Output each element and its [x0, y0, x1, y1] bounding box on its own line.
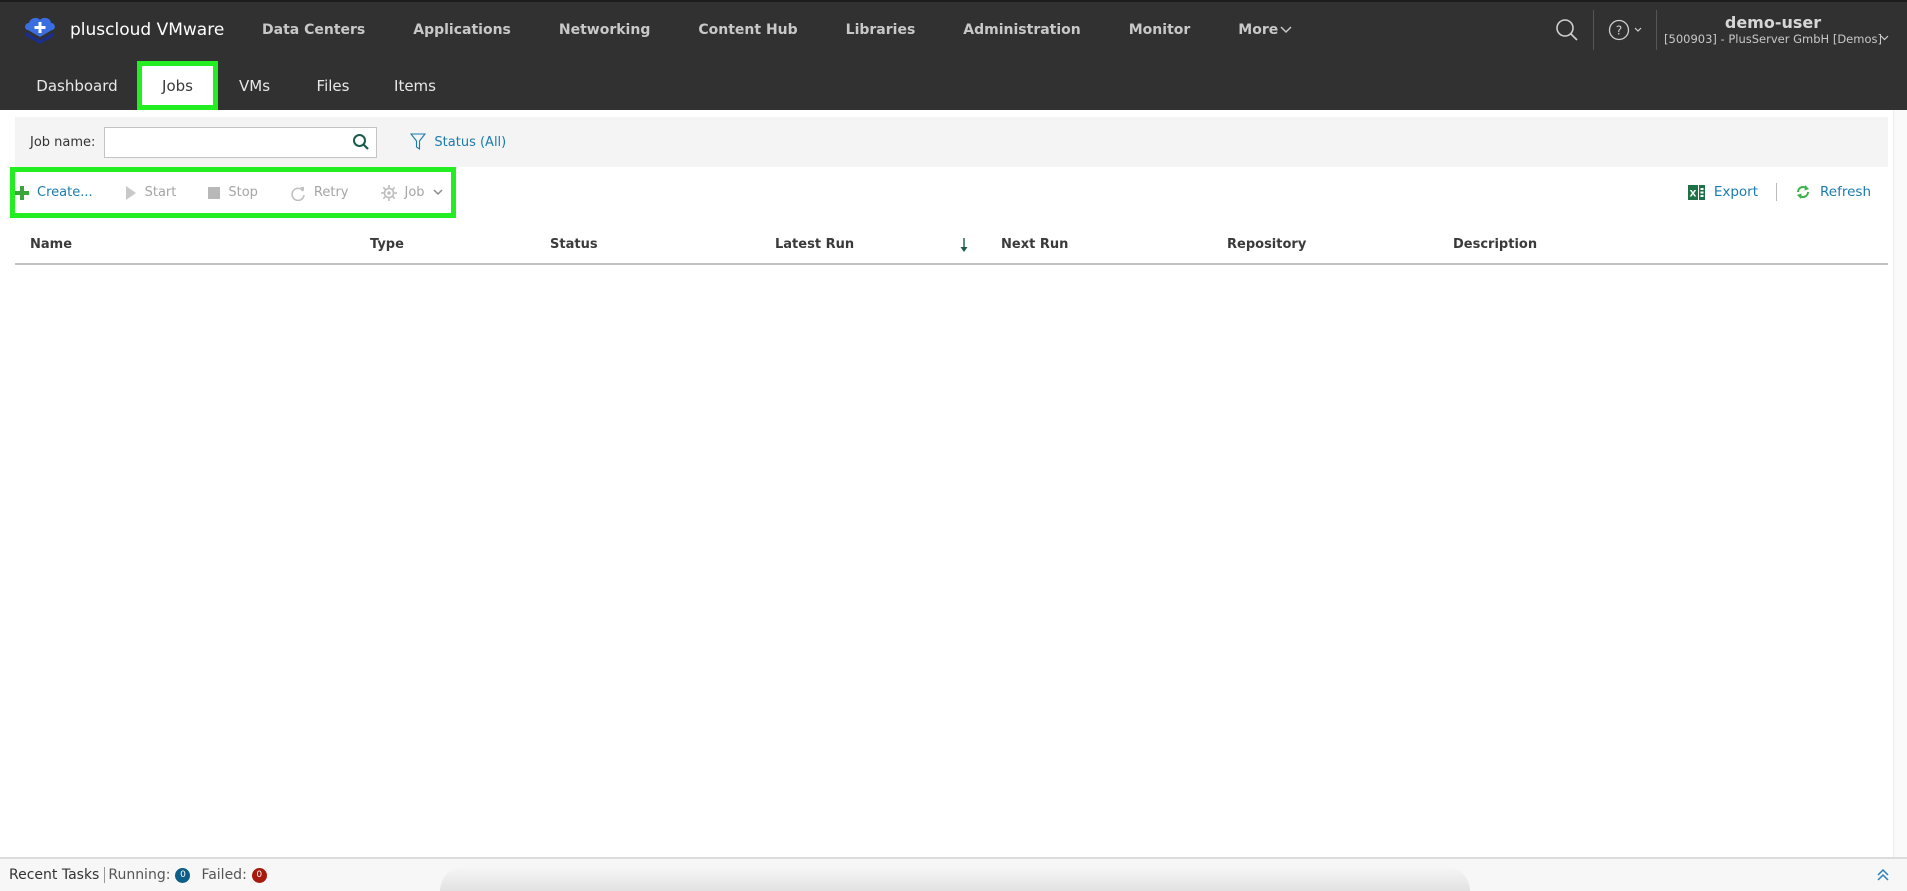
column-header-type[interactable]: Type — [370, 237, 404, 252]
table-actions: X Export Refresh — [1687, 177, 1871, 207]
nav-applications[interactable]: Applications — [413, 22, 511, 38]
user-org: [500903] - PlusServer GmbH [Demos] — [1664, 32, 1882, 46]
app-logo[interactable]: pluscloud VMware — [22, 16, 224, 44]
tab-vms[interactable]: VMs — [228, 61, 281, 110]
help-icon: ? — [1608, 19, 1630, 40]
cloud-plus-logo-icon — [22, 16, 58, 44]
retry-job-button[interactable]: Retry — [290, 185, 349, 201]
expand-panel-icon[interactable] — [1877, 868, 1889, 882]
job-name-input[interactable] — [105, 127, 336, 157]
right-edge-scrollbar[interactable] — [1893, 110, 1907, 857]
start-label: Start — [144, 185, 177, 200]
recent-tasks-label[interactable]: Recent Tasks — [9, 867, 106, 883]
bottom-panel-shadow — [440, 866, 1470, 891]
global-search-button[interactable] — [1541, 2, 1593, 57]
nav-data-centers[interactable]: Data Centers — [262, 22, 365, 38]
jobs-table-body — [15, 267, 1888, 847]
job-name-label: Job name: — [30, 134, 96, 150]
search-icon[interactable] — [352, 133, 370, 151]
divider — [1776, 183, 1778, 201]
retry-label: Retry — [313, 185, 349, 200]
refresh-label: Refresh — [1820, 184, 1871, 200]
nav-more-label: More — [1238, 21, 1279, 38]
status-filter-label: Status (All) — [434, 134, 507, 150]
chevron-down-icon — [433, 189, 443, 196]
failed-label: Failed: — [201, 867, 247, 883]
tab-files[interactable]: Files — [305, 61, 361, 110]
column-header-status[interactable]: Status — [550, 237, 598, 252]
jobs-panel: Job name: Status (All) Create... Start S… — [0, 110, 1907, 857]
filter-bar: Job name: Status (All) — [15, 117, 1888, 167]
status-filter-button[interactable]: Status (All) — [410, 133, 506, 151]
column-header-name[interactable]: Name — [30, 237, 72, 252]
nav-networking[interactable]: Networking — [559, 22, 650, 38]
nav-libraries[interactable]: Libraries — [846, 22, 916, 38]
chevron-down-icon — [1280, 25, 1292, 33]
refresh-button[interactable]: Refresh — [1795, 184, 1871, 200]
failed-count-badge: 0 — [251, 867, 267, 883]
nav-content-hub[interactable]: Content Hub — [698, 22, 797, 38]
nav-monitor[interactable]: Monitor — [1129, 22, 1191, 38]
column-header-repository[interactable]: Repository — [1227, 237, 1306, 252]
search-icon — [1556, 18, 1578, 41]
job-label: Job — [404, 185, 425, 200]
stop-job-button[interactable]: Stop — [208, 185, 258, 200]
refresh-icon — [1797, 185, 1810, 199]
user-menu[interactable]: demo-user [500903] - PlusServer GmbH [De… — [1657, 13, 1907, 46]
export-label: Export — [1713, 184, 1759, 200]
retry-icon — [291, 186, 305, 201]
nav-administration[interactable]: Administration — [963, 22, 1080, 38]
running-label: Running: — [108, 867, 171, 883]
column-header-next-run[interactable]: Next Run — [1001, 237, 1068, 252]
stop-icon — [208, 186, 221, 199]
column-header-latest-run[interactable]: Latest Run — [775, 237, 854, 252]
create-job-button[interactable]: Create... — [15, 185, 93, 200]
create-label: Create... — [37, 185, 93, 200]
svg-text:?: ? — [1616, 23, 1622, 37]
sort-descending-icon[interactable] — [959, 237, 969, 253]
filter-icon — [410, 133, 427, 151]
excel-icon: X — [1687, 184, 1705, 200]
user-name: demo-user — [1724, 13, 1822, 32]
tab-dashboard[interactable]: Dashboard — [22, 61, 132, 110]
main-nav: Data Centers Applications Networking Con… — [262, 2, 1340, 57]
chevron-down-icon — [1634, 27, 1642, 32]
sub-navigation: Dashboard Jobs VMs Files Items — [0, 55, 1907, 110]
top-navigation-bar: pluscloud VMware Data Centers Applicatio… — [0, 0, 1907, 55]
jobs-table-header: Name Type Status Latest Run Next Run Rep… — [15, 225, 1888, 265]
running-tasks[interactable]: Running: 0 — [108, 867, 191, 883]
play-icon — [125, 185, 136, 200]
nav-more[interactable]: More — [1238, 22, 1292, 38]
running-count-badge: 0 — [175, 867, 191, 883]
svg-text:X: X — [1689, 189, 1696, 199]
job-actions-toolbar: Create... Start Stop Retry Job — [10, 167, 456, 218]
tab-items[interactable]: Items — [385, 61, 445, 110]
job-name-search-field[interactable] — [104, 126, 378, 158]
app-title: pluscloud VMware — [70, 20, 225, 40]
tab-jobs[interactable]: Jobs — [137, 61, 218, 110]
start-job-button[interactable]: Start — [125, 185, 177, 200]
failed-tasks[interactable]: Failed: 0 — [201, 867, 267, 883]
column-header-description[interactable]: Description — [1453, 237, 1537, 252]
job-menu-button[interactable]: Job — [380, 184, 443, 201]
chevron-down-icon — [1880, 35, 1889, 41]
help-menu-button[interactable]: ? — [1594, 2, 1656, 57]
stop-label: Stop — [228, 185, 258, 200]
export-button[interactable]: X Export — [1687, 184, 1759, 200]
gear-icon — [380, 184, 397, 201]
plus-icon — [15, 185, 29, 200]
